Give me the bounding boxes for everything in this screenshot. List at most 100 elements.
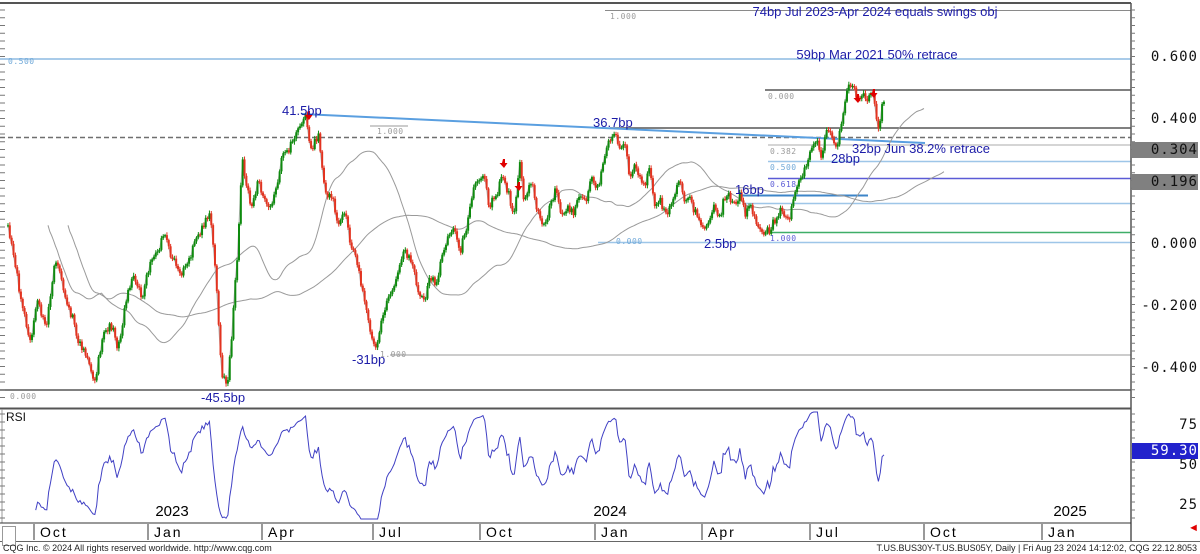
candle-body — [347, 217, 349, 228]
candle-body — [345, 213, 347, 216]
candle-body — [807, 160, 809, 167]
candle-body — [14, 255, 16, 267]
candle-body — [138, 286, 140, 287]
candle-body — [208, 213, 210, 219]
candle-body — [694, 209, 696, 212]
candle-body — [850, 85, 852, 87]
candle-body — [175, 259, 177, 266]
candle-body — [536, 198, 538, 209]
candle-body — [711, 212, 713, 218]
candle-body — [260, 182, 262, 193]
candle-body — [805, 166, 807, 167]
candle-body — [388, 297, 390, 301]
candle-body — [853, 86, 855, 88]
candle-body — [116, 338, 118, 349]
candle-body — [608, 141, 610, 148]
sell-arrow-icon — [500, 159, 508, 168]
candle-body — [310, 141, 312, 148]
candle-body — [685, 200, 687, 201]
candle-body — [803, 168, 805, 177]
candle-body — [92, 372, 94, 379]
candle-body — [299, 126, 301, 128]
candle-body — [633, 164, 635, 171]
candle-body — [118, 342, 120, 349]
candle-body — [524, 198, 526, 200]
candle-body — [669, 206, 671, 214]
candle-body — [395, 279, 397, 286]
candle-body — [353, 248, 355, 250]
candle-body — [290, 142, 292, 153]
candle-body — [234, 280, 236, 308]
candle-body — [589, 181, 591, 191]
candle-body — [317, 133, 319, 141]
candle-body — [96, 374, 98, 381]
candle-body — [135, 276, 137, 282]
candle-body — [778, 216, 780, 218]
candle-body — [846, 91, 848, 102]
candle-body — [791, 206, 793, 219]
candle-body — [46, 324, 48, 325]
candle-body — [676, 185, 678, 194]
candle-body — [441, 255, 443, 262]
candle-body — [665, 209, 667, 213]
candle-body — [74, 315, 76, 325]
candle-body — [443, 250, 445, 255]
candle-body — [197, 234, 199, 237]
candle-body — [484, 176, 486, 179]
candle-body — [768, 227, 770, 233]
candle-body — [657, 203, 659, 204]
candle-body — [101, 339, 103, 351]
candle-body — [151, 259, 153, 262]
candle-body — [321, 152, 323, 168]
candle-body — [635, 164, 637, 168]
candle-body — [744, 205, 746, 216]
candle-body — [183, 268, 185, 276]
candle-body — [576, 200, 578, 207]
sell-arrow-icon — [515, 182, 523, 191]
chart-canvas[interactable] — [0, 0, 1200, 554]
candle-body — [144, 285, 146, 296]
candle-body — [741, 192, 743, 200]
candle-body — [114, 328, 116, 338]
candle-body — [781, 208, 783, 211]
candle-body — [16, 267, 18, 273]
candle-body — [160, 238, 162, 250]
candle-body — [275, 188, 277, 194]
candle-body — [478, 180, 480, 181]
candle-body — [489, 205, 491, 207]
candle-body — [38, 300, 40, 304]
candle-body — [258, 181, 260, 182]
candle-body — [349, 228, 351, 243]
candle-body — [242, 159, 244, 185]
candle-body — [269, 206, 271, 207]
candle-body — [537, 209, 539, 211]
candle-body — [526, 193, 528, 197]
candle-body — [81, 342, 83, 350]
candle-body — [340, 220, 342, 224]
candle-body — [809, 152, 811, 160]
candle-body — [840, 124, 842, 131]
candle-body — [181, 273, 183, 276]
candle-body — [153, 257, 155, 260]
candle-body — [707, 223, 709, 226]
candle-body — [207, 218, 209, 219]
candle-body — [868, 95, 870, 101]
candle-body — [598, 184, 600, 185]
candle-body — [731, 202, 733, 203]
candle-body — [842, 113, 844, 124]
candle-body — [232, 308, 234, 340]
candle-body — [866, 99, 868, 102]
candle-body — [792, 199, 794, 206]
candle-body — [852, 86, 854, 87]
candle-body — [85, 348, 87, 355]
candle-body — [358, 265, 360, 271]
candle-body — [11, 238, 13, 244]
candle-body — [661, 198, 663, 209]
candle-body — [550, 201, 552, 206]
candle-body — [107, 330, 109, 331]
candle-body — [467, 217, 469, 230]
candle-body — [86, 356, 88, 358]
candle-body — [558, 193, 560, 202]
candle-body — [829, 131, 831, 132]
candle-body — [201, 226, 203, 235]
